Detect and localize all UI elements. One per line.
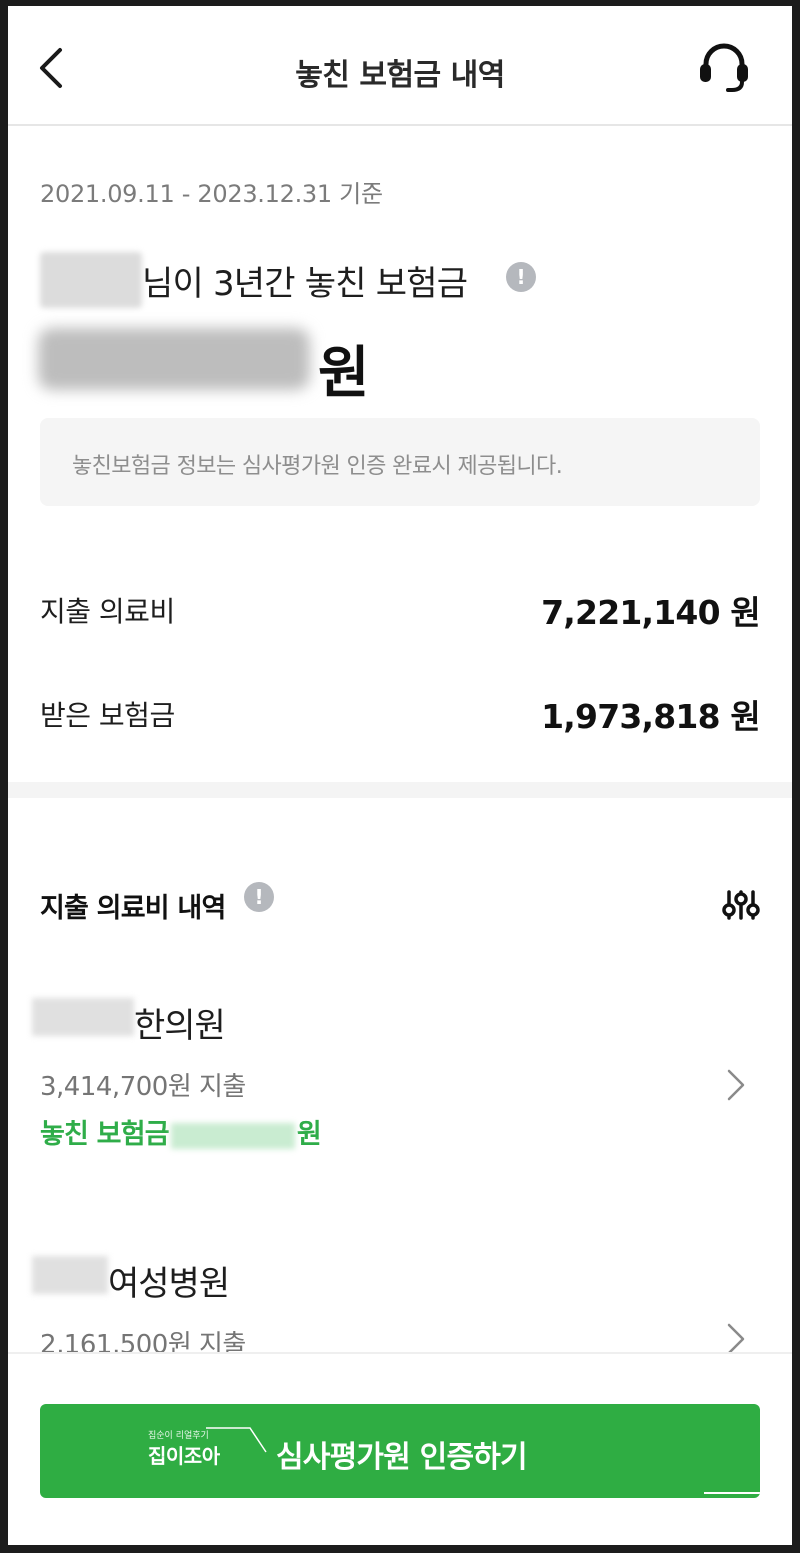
spent-medical-label: 지출 의료비	[40, 595, 175, 628]
notice-box: 놓친보험금 정보는 심사평가원 인증 완료시 제공됩니다.	[40, 418, 760, 506]
spent-medical-value: 7,221,140 원	[541, 593, 761, 632]
watermark-logo: 집순이 리얼후기 집이조아	[148, 1424, 288, 1480]
missed-label: 놓친 보험금	[40, 1119, 170, 1150]
redacted-missed-value	[170, 1122, 295, 1149]
section-divider	[8, 782, 792, 798]
chevron-right-icon	[727, 1323, 745, 1355]
sliders-icon	[722, 890, 760, 920]
headset-icon	[700, 43, 748, 92]
customer-support-button[interactable]	[696, 40, 752, 94]
section-title: 지출 의료비 내역	[40, 893, 226, 924]
missed-unit: 원	[296, 1119, 322, 1150]
verify-button[interactable]: 집순이 리얼후기 집이조아 심사평가원 인증하기	[40, 1404, 760, 1498]
notice-text: 놓친보험금 정보는 심사평가원 인증 완료시 제공됩니다.	[72, 454, 563, 479]
info-icon[interactable]: !	[506, 262, 536, 292]
redacted-hospital-name	[32, 998, 134, 1036]
hospital-name: 한의원	[134, 1006, 226, 1046]
summary-headline-text: 님이 3년간 놓친 보험금	[142, 264, 468, 304]
received-insurance-label: 받은 보험금	[40, 699, 175, 732]
verify-button-label: 심사평가원 인증하기	[276, 1440, 528, 1475]
app-screen: 놓친 보험금 내역 2021.09.11 - 2023.12.31 기준 님이 …	[8, 6, 792, 1545]
amount-unit: 원	[318, 341, 370, 406]
watermark-line-icon	[206, 1427, 267, 1453]
page-title: 놓친 보험금 내역	[295, 58, 505, 93]
top-nav-bar: 놓친 보험금 내역	[8, 6, 792, 126]
chevron-right-icon	[727, 1069, 745, 1101]
list-item[interactable]: 한의원 3,414,700원 지출 놓친 보험금 원	[8, 998, 792, 1188]
summary-headline: 님이 3년간 놓친 보험금	[142, 256, 468, 305]
hospital-name: 여성병원	[108, 1264, 230, 1304]
spent-amount: 3,414,700원 지출	[40, 1072, 246, 1102]
bottom-action-bar: 집순이 리얼후기 집이조아 심사평가원 인증하기	[8, 1352, 792, 1545]
redacted-hospital-name	[32, 1256, 108, 1294]
redacted-missed-amount	[38, 328, 310, 390]
period-text: 2021.09.11 - 2023.12.31 기준	[40, 180, 383, 208]
received-insurance-value: 1,973,818 원	[541, 697, 761, 736]
missed-insurance: 놓친 보험금 원	[40, 1112, 322, 1151]
filter-button[interactable]	[722, 888, 760, 922]
redacted-user-name	[40, 252, 142, 308]
section-info-icon[interactable]: !	[244, 882, 274, 912]
decorative-line	[704, 1492, 760, 1494]
